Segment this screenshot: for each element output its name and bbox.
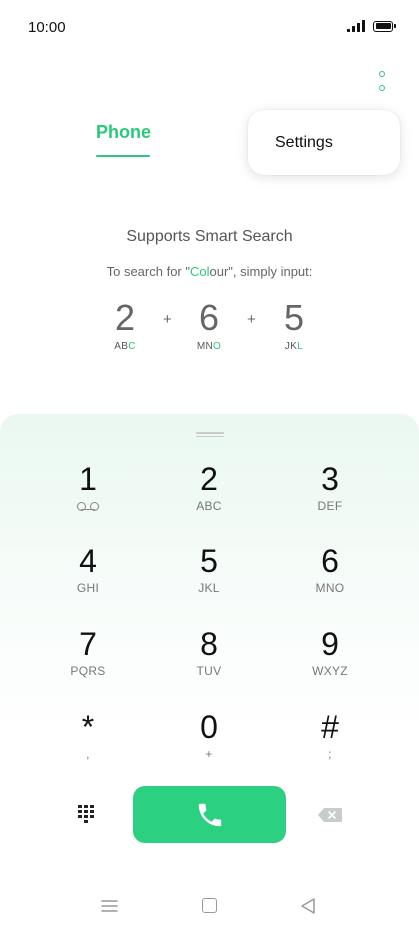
smart-search-title: Supports Smart Search — [126, 228, 293, 245]
hint-prefix: To search for " — [106, 264, 190, 279]
key-letters: + — [205, 747, 213, 761]
key-star[interactable]: * , — [38, 709, 138, 779]
key-digit: 1 — [79, 461, 97, 497]
example-key: 2 ABC — [100, 297, 150, 353]
key-digit: 5 — [200, 543, 218, 579]
key-digit: # — [321, 709, 339, 745]
key-digit: 3 — [321, 461, 339, 497]
dialpad-icon[interactable] — [76, 803, 100, 825]
example-digit: 2 — [114, 297, 136, 338]
key-digit: 4 — [79, 543, 97, 579]
voicemail-icon — [77, 502, 99, 511]
example-key: 5 JKL — [269, 297, 319, 353]
key-9[interactable]: 9 WXYZ — [280, 626, 380, 696]
example-key: 6 MNO — [184, 297, 234, 353]
key-0[interactable]: 0 + — [159, 709, 259, 779]
key-letters: TUV — [196, 664, 222, 678]
example-letters: ABC — [114, 341, 136, 352]
example-plus: + — [163, 311, 172, 328]
key-digit: 6 — [321, 543, 339, 579]
key-5[interactable]: 5 JKL — [159, 543, 259, 613]
key-hash[interactable]: # ; — [280, 709, 380, 779]
key-letters: GHI — [76, 581, 100, 595]
key-digit: 7 — [79, 626, 97, 662]
example-digit: 5 — [283, 297, 305, 338]
signal-icon — [347, 20, 365, 32]
phone-icon — [198, 803, 221, 826]
home-icon[interactable] — [202, 898, 217, 913]
recent-apps-icon[interactable] — [101, 899, 118, 913]
key-6[interactable]: 6 MNO — [280, 543, 380, 613]
key-letters: JKL — [198, 581, 220, 595]
key-1[interactable]: 1 — [38, 461, 138, 531]
key-digit: 2 — [200, 461, 218, 497]
example-letters: MNO — [196, 341, 222, 352]
popup-menu: Settings — [248, 110, 400, 175]
tab-indicator — [96, 155, 150, 157]
example-letters: JKL — [284, 341, 304, 352]
example-digit: 6 — [198, 297, 220, 338]
back-icon[interactable] — [299, 897, 317, 915]
key-4[interactable]: 4 GHI — [38, 543, 138, 613]
battery-icon — [373, 20, 396, 32]
key-letters: MNO — [315, 581, 345, 595]
backspace-icon[interactable] — [317, 807, 343, 823]
key-digit: 9 — [321, 626, 339, 662]
key-letters: WXYZ — [312, 664, 348, 678]
status-icons — [347, 20, 396, 32]
tab-phone[interactable]: Phone — [96, 122, 151, 143]
menu-item-settings[interactable]: Settings — [275, 134, 333, 152]
key-3[interactable]: 3 DEF — [280, 461, 380, 531]
key-7[interactable]: 7 PQRS — [38, 626, 138, 696]
hint-suffix: ", simply input: — [228, 264, 313, 279]
hint-rest: our — [209, 264, 229, 279]
key-letters: , — [86, 747, 90, 761]
more-options-icon[interactable] — [374, 71, 390, 91]
example-plus: + — [247, 311, 256, 328]
key-letters: ABC — [196, 499, 222, 513]
key-letters: ; — [328, 747, 332, 761]
call-button[interactable] — [133, 786, 286, 843]
key-letters: DEF — [317, 499, 343, 513]
key-digit: * — [81, 709, 95, 745]
key-digit: 8 — [200, 626, 218, 662]
key-8[interactable]: 8 TUV — [159, 626, 259, 696]
status-bar: 10:00 — [0, 0, 419, 54]
key-letters: PQRS — [70, 664, 106, 678]
status-time: 10:00 — [28, 19, 66, 36]
key-digit: 0 — [200, 709, 218, 745]
key-2[interactable]: 2 ABC — [159, 461, 259, 531]
smart-search-hint: To search for "Colour", simply input: — [0, 264, 419, 279]
hint-highlight: Col — [189, 264, 210, 279]
drag-handle[interactable] — [196, 432, 224, 437]
